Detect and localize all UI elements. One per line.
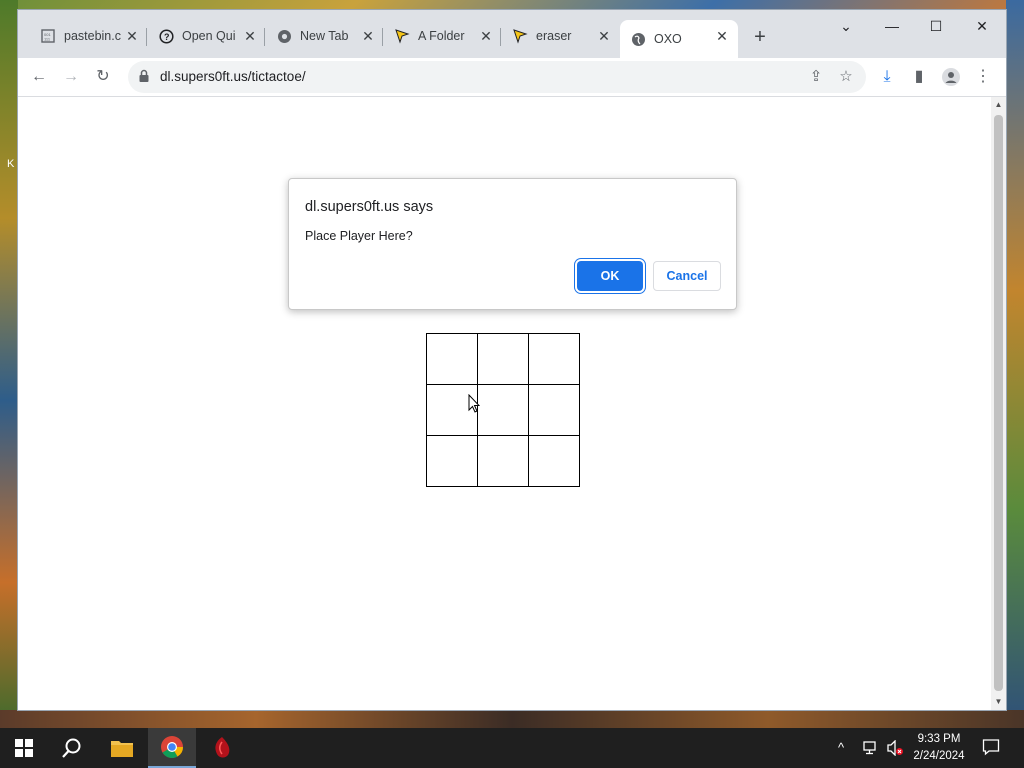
taskbar: ^ 9:33 PM 2/24/2024 [0,728,1024,768]
reload-button[interactable]: ↻ [90,64,116,90]
board-cell[interactable] [528,333,580,385]
close-icon[interactable]: ✕ [596,28,612,44]
back-button[interactable]: ← [26,64,52,90]
forward-button[interactable]: → [58,64,84,90]
pastebin-icon: 001 111 [40,28,56,44]
tab-separator [500,28,501,46]
dialog-message: Place Player Here? [305,229,413,243]
tab-separator [264,28,265,46]
tab-eraser[interactable]: eraser ✕ [502,20,620,52]
browser-toolbar: ← → ↻ dl.supers0ft.us/tictactoe/ ⇪ ☆ ⤓ ▮… [18,58,1006,97]
board-cell[interactable] [477,384,529,436]
notifications-icon[interactable] [982,738,1000,759]
volume-muted-icon[interactable] [886,739,904,759]
vertical-scrollbar[interactable]: ▲ ▼ [991,97,1006,710]
profile-icon[interactable] [938,64,964,90]
tab-title: New Tab [300,29,349,43]
dialog-title: dl.supers0ft.us says [305,199,434,215]
tab-separator [146,28,147,46]
tab-title: eraser [536,29,572,43]
tab-title: OXO [654,32,682,46]
alert-dialog: dl.supers0ft.us says Place Player Here? … [288,178,737,310]
close-icon[interactable]: ✕ [124,28,140,44]
tab-separator [382,28,383,46]
tab-strip: 001 111 pastebin.c ✕ ? Open Qui ✕ New Tab… [18,10,1006,58]
clock-time: 9:33 PM [917,733,961,745]
share-icon[interactable]: ⇪ [804,65,828,89]
close-icon[interactable]: ✕ [242,28,258,44]
star-icon[interactable]: ☆ [834,65,858,89]
tab-open-quiz[interactable]: ? Open Qui ✕ [148,20,266,52]
desktop-wallpaper-bottom [0,710,1024,728]
tab-title: A Folder [418,29,465,43]
clock-date: 2/24/2024 [913,750,965,762]
board-cell[interactable] [477,333,529,385]
board-cell[interactable] [528,435,580,487]
globe-icon [630,31,646,47]
arrow-cursor-icon [394,28,410,44]
desktop-wallpaper-right [1006,0,1024,728]
system-clock[interactable]: 9:33 PM 2/24/2024 [904,731,974,765]
search-button[interactable] [48,728,96,768]
page-content: ▲ ▼ dl.supers0ft.us says Place Player He… [18,97,1006,710]
board-cell[interactable] [528,384,580,436]
chrome-taskbar-button[interactable] [148,728,196,768]
scroll-down-icon[interactable]: ▼ [991,695,1006,709]
chevron-up-icon[interactable]: ^ [838,740,844,755]
maximize-button[interactable]: ☐ [914,14,958,38]
mouse-cursor-icon [468,394,480,413]
download-icon[interactable]: ⤓ [874,64,900,90]
tab-oxo[interactable]: OXO ✕ [620,20,738,58]
minimize-button[interactable]: — [870,14,914,38]
folder-icon [111,741,133,757]
board-cell[interactable] [426,435,478,487]
scroll-up-icon[interactable]: ▲ [991,98,1006,112]
close-icon[interactable]: ✕ [714,28,730,44]
browser-window: 001 111 pastebin.c ✕ ? Open Qui ✕ New Tab… [18,10,1006,710]
app-taskbar-button[interactable] [198,728,246,768]
desktop-icon-label: K [7,158,15,170]
svg-text:?: ? [164,32,170,42]
menu-icon[interactable]: ⋮ [970,64,996,90]
close-icon[interactable]: ✕ [478,28,494,44]
address-bar[interactable]: dl.supers0ft.us/tictactoe/ ⇪ ☆ [128,61,866,93]
search-icon [62,738,81,758]
tab-title: Open Qui [182,29,236,43]
tab-pastebin[interactable]: 001 111 pastebin.c ✕ [30,20,148,52]
tab-title: pastebin.c [64,29,121,43]
red-app-icon [215,737,230,758]
svg-text:111: 111 [44,37,51,42]
tictactoe-board [426,333,580,487]
windows-icon [15,739,33,757]
chrome-icon [161,736,183,758]
cancel-button[interactable]: Cancel [653,261,721,291]
ok-button[interactable]: OK [577,261,643,291]
lock-icon[interactable] [138,69,152,85]
new-tab-button[interactable]: + [748,26,772,50]
file-explorer-button[interactable] [98,728,146,768]
desktop-wallpaper-left: K [0,0,18,728]
close-icon[interactable]: ✕ [360,28,376,44]
close-window-button[interactable]: ✕ [960,14,1004,38]
network-icon[interactable] [862,740,880,759]
url-text[interactable]: dl.supers0ft.us/tictactoe/ [160,69,306,84]
arrow-cursor-icon [512,28,528,44]
side-panel-icon[interactable]: ▮ [906,64,932,90]
board-cell[interactable] [477,435,529,487]
scrollbar-thumb[interactable] [994,115,1003,691]
board-cell[interactable] [426,333,478,385]
chrome-icon [276,28,292,44]
chevron-down-icon[interactable]: ⌄ [824,14,868,38]
start-button[interactable] [0,728,48,768]
help-circle-icon: ? [158,28,174,44]
tab-a-folder[interactable]: A Folder ✕ [384,20,502,52]
tab-new-tab[interactable]: New Tab ✕ [266,20,384,52]
